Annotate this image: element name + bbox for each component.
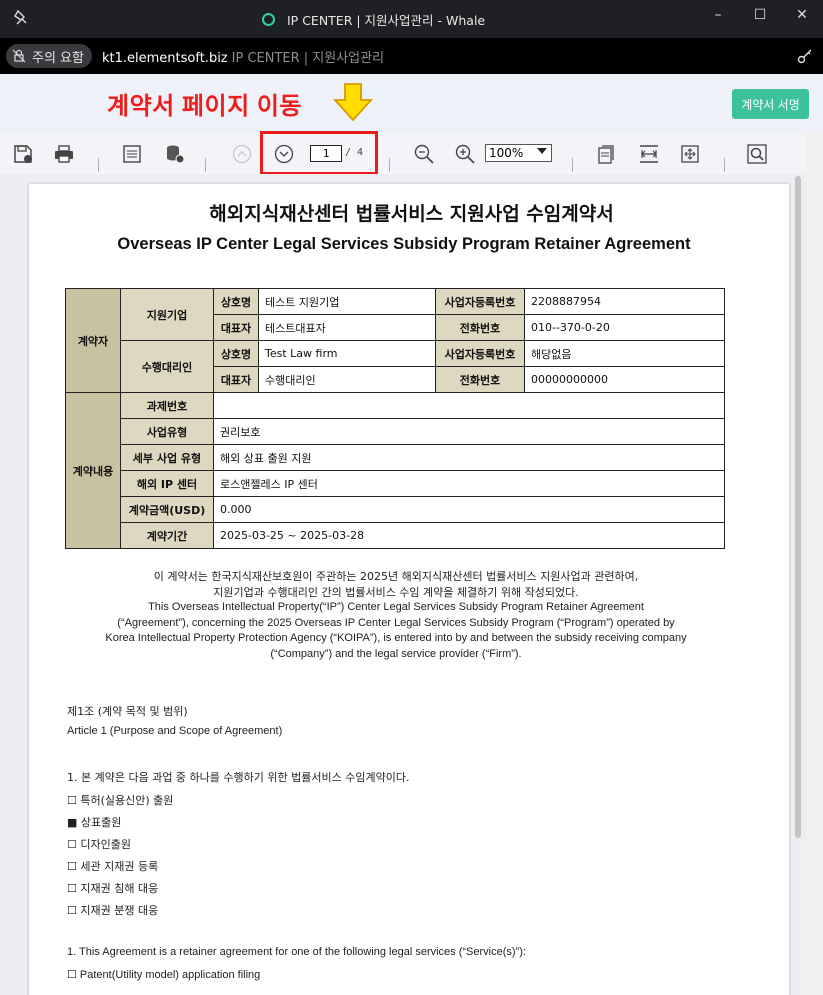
clause-en: 1. This Agreement is a retainer agreemen… (67, 946, 526, 958)
window-title: IP CENTER | 지원사업관리 - Whale (287, 13, 486, 28)
contract-row-label: 사업유형 (120, 418, 214, 445)
contract-row-label: 계약금액(USD) (120, 496, 214, 523)
article-heading-ko: 제1조 (계약 목적 및 범위) (67, 705, 188, 718)
table-row: 해외 IP 센터 로스앤젤레스 IP 센터 (66, 470, 725, 497)
zoom-select[interactable]: 100% (485, 144, 552, 162)
document-title-ko: 해외지식재산센터 법률서비스 지원사업 수임계약서 (209, 203, 614, 225)
address-bar[interactable]: 주의 요함 kt1.elementsoft.biz IP CENTER | 지원사… (0, 38, 823, 74)
scrollbar-track[interactable] (806, 132, 823, 995)
service-option: ■ 상표출원 (67, 816, 122, 829)
agent-rep-label: 대표자 (213, 366, 259, 393)
preamble-en-line: (“Company”) and the legal service provid… (270, 647, 522, 660)
agent-name-value: Test Law firm (258, 340, 436, 367)
service-option: ☐ 지재권 침해 대응 (67, 882, 159, 895)
preamble-en-line: This Overseas Intellectual Property(“IP”… (148, 601, 644, 613)
notes-icon[interactable] (121, 143, 143, 165)
company-rep-value: 테스트대표자 (258, 314, 436, 341)
contract-row-label: 세부 사업 유형 (120, 444, 214, 471)
annotation-label: 계약서 페이지 이동 (107, 93, 302, 120)
table-row: 사업유형 권리보호 (66, 418, 725, 445)
database-icon[interactable] (164, 143, 186, 165)
clause-ko: 1. 본 계약은 다음 과업 중 하나를 수행하기 위한 법률서비스 수임계약이… (67, 771, 410, 784)
whale-logo-icon (262, 13, 275, 26)
zoom-out-icon[interactable] (413, 143, 435, 165)
chevron-down-icon (537, 148, 547, 154)
contract-row-value: 권리보호 (213, 418, 725, 445)
company-role-cell: 지원기업 (120, 288, 214, 341)
agent-name-label: 상호명 (213, 340, 259, 367)
agent-role-cell: 수행대리인 (120, 340, 214, 393)
table-row: 수행대리인 상호명 Test Law firm 사업자등록번호 해당없음 (66, 340, 725, 393)
agent-rep-value: 수행대리인 (258, 366, 436, 393)
sign-contract-button[interactable]: 계약서 서명 (732, 89, 809, 119)
not-secure-icon (12, 49, 26, 63)
contract-row-label: 해외 IP 센터 (120, 470, 214, 497)
table-row: 계약자 지원기업 상호명 테스트 지원기업 사업자등록번호 2208887954 (65, 288, 725, 393)
url-display[interactable]: kt1.elementsoft.biz IP CENTER | 지원사업관리 (102, 47, 384, 66)
save-icon[interactable] (12, 143, 34, 165)
contract-row-label: 과제번호 (120, 392, 214, 419)
preamble-en-line: Korea Intellectual Property Protection A… (105, 632, 687, 644)
parties-category-cell: 계약자 (65, 288, 121, 393)
agent-phone-value: 00000000000 (524, 366, 725, 393)
service-option: ☐ 세관 지재권 등록 (67, 860, 159, 873)
zoom-in-icon[interactable] (454, 143, 476, 165)
maximize-button[interactable]: ☐ (739, 0, 781, 30)
company-rep-label: 대표자 (213, 314, 259, 341)
url-host: kt1.elementsoft.biz (102, 51, 228, 66)
minimize-button[interactable]: – (697, 0, 739, 30)
agent-reg-label: 사업자등록번호 (435, 340, 525, 367)
pin-icon[interactable] (12, 9, 30, 27)
agent-phone-label: 전화번호 (435, 366, 525, 393)
contract-row-value: 2025-03-25 ~ 2025-03-28 (213, 522, 725, 549)
agent-reg-value: 해당없음 (524, 340, 725, 367)
company-phone-label: 전화번호 (435, 314, 525, 341)
article-heading-en: Article 1 (Purpose and Scope of Agreemen… (67, 725, 283, 737)
service-option: ☐ 디자인출원 (67, 838, 131, 851)
print-icon[interactable] (53, 143, 75, 165)
company-reg-label: 사업자등록번호 (435, 288, 525, 315)
pdf-toolbar (0, 132, 806, 174)
table-row: 계약기간 2025-03-25 ~ 2025-03-28 (66, 522, 725, 549)
zoom-value: 100% (489, 146, 524, 160)
company-phone-value: 010--370-0-20 (524, 314, 725, 341)
contract-row-value: 로스앤젤레스 IP 센터 (213, 470, 725, 497)
company-reg-value: 2208887954 (524, 288, 725, 315)
security-label: 주의 요함 (32, 50, 84, 66)
preamble-ko-line: 지원기업과 수행대리인 간의 법률서비스 수임 계약을 체결하기 위해 작성되었… (213, 585, 579, 599)
window-title-bar: IP CENTER | 지원사업관리 - Whale – ☐ ✕ (0, 0, 823, 38)
arrow-down-icon (333, 83, 373, 122)
fit-width-icon[interactable] (638, 143, 660, 165)
contract-info-table: 계약자 지원기업 상호명 테스트 지원기업 사업자등록번호 2208887954… (65, 288, 725, 549)
close-button[interactable]: ✕ (781, 0, 823, 30)
company-name-value: 테스트 지원기업 (258, 288, 436, 315)
table-row: 계약금액(USD) 0.000 (66, 496, 725, 523)
table-row: 계약내용 과제번호 (65, 392, 725, 549)
url-page-title: IP CENTER | 지원사업관리 (231, 51, 385, 66)
contract-category-cell: 계약내용 (65, 392, 121, 549)
move-icon[interactable] (679, 143, 701, 165)
preamble-en-line: (“Agreement”), concerning the 2025 Overs… (117, 616, 675, 629)
preamble: 이 계약서는 한국지식재산보호원이 주관하는 2025년 해외지식재산센터 법률… (60, 569, 732, 662)
contract-row-label: 계약기간 (120, 522, 214, 549)
preamble-ko-line: 이 계약서는 한국지식재산보호원이 주관하는 2025년 해외지식재산센터 법률… (153, 570, 639, 583)
service-option-en: ☐ Patent(Utility model) application fili… (67, 969, 261, 981)
scrollbar-thumb[interactable] (795, 176, 801, 838)
table-row: 세부 사업 유형 해외 상표 출원 지원 (66, 444, 725, 471)
page-up-icon[interactable] (231, 143, 253, 165)
company-name-label: 상호명 (213, 288, 259, 315)
service-option: ☐ 특허(실용신안) 출원 (67, 794, 174, 807)
contract-row-value (213, 392, 725, 419)
find-icon[interactable] (746, 143, 768, 165)
document-title-en: Overseas IP Center Legal Services Subsid… (117, 235, 691, 253)
fit-page-icon[interactable] (596, 143, 618, 165)
contract-row-value: 0.000 (213, 496, 725, 523)
key-icon[interactable] (797, 48, 813, 64)
security-warning-badge[interactable]: 주의 요함 (6, 44, 92, 68)
contract-row-value: 해외 상표 출원 지원 (213, 444, 725, 471)
service-option: ☐ 지재권 분쟁 대응 (67, 904, 159, 917)
highlight-box (260, 131, 378, 175)
